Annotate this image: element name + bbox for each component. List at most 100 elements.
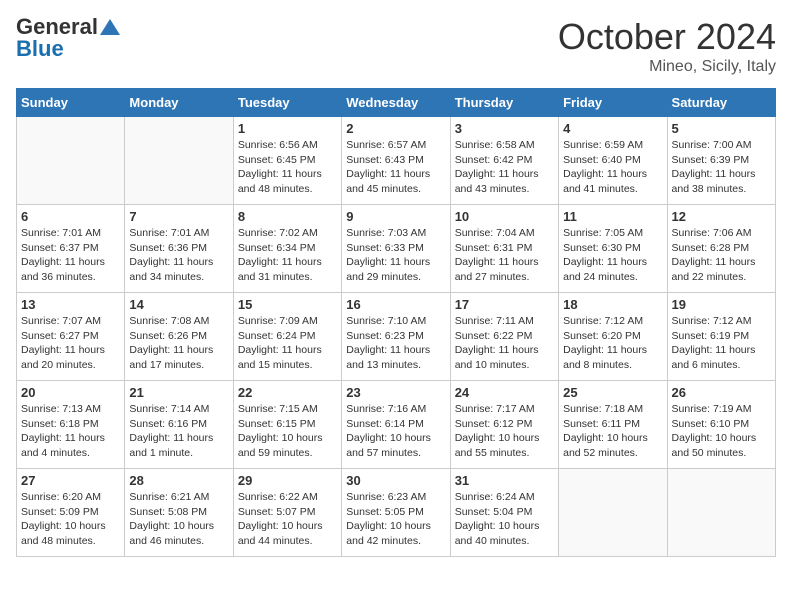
day-info: Sunrise: 6:23 AMSunset: 5:05 PMDaylight:… (346, 490, 445, 549)
day-info: Sunrise: 7:16 AMSunset: 6:14 PMDaylight:… (346, 402, 445, 461)
calendar-cell: 1Sunrise: 6:56 AMSunset: 6:45 PMDaylight… (233, 117, 341, 205)
day-number: 2 (346, 121, 445, 136)
day-number: 12 (672, 209, 771, 224)
day-info: Sunrise: 7:12 AMSunset: 6:20 PMDaylight:… (563, 314, 662, 373)
calendar-cell: 3Sunrise: 6:58 AMSunset: 6:42 PMDaylight… (450, 117, 558, 205)
day-number: 28 (129, 473, 228, 488)
col-monday: Monday (125, 89, 233, 117)
day-info: Sunrise: 7:05 AMSunset: 6:30 PMDaylight:… (563, 226, 662, 285)
title-block: October 2024 Mineo, Sicily, Italy (558, 16, 776, 76)
day-info: Sunrise: 7:11 AMSunset: 6:22 PMDaylight:… (455, 314, 554, 373)
day-number: 18 (563, 297, 662, 312)
calendar-week-5: 27 Sunrise: 6:20 AMSunset: 5:09 PMDayligh… (17, 469, 776, 557)
calendar-cell: 23 Sunrise: 7:16 AMSunset: 6:14 PMDayligh… (342, 381, 450, 469)
calendar-cell: 30 Sunrise: 6:23 AMSunset: 5:05 PMDayligh… (342, 469, 450, 557)
calendar-cell: 15 Sunrise: 7:09 AMSunset: 6:24 PMDayligh… (233, 293, 341, 381)
calendar-cell: 20 Sunrise: 7:13 AMSunset: 6:18 PMDayligh… (17, 381, 125, 469)
col-tuesday: Tuesday (233, 89, 341, 117)
day-info: Sunrise: 7:15 AMSunset: 6:15 PMDaylight:… (238, 402, 337, 461)
day-number: 3 (455, 121, 554, 136)
calendar-cell: 5 Sunrise: 7:00 AMSunset: 6:39 PMDaylight… (667, 117, 775, 205)
calendar-header-row: Sunday Monday Tuesday Wednesday Thursday… (17, 89, 776, 117)
day-number: 17 (455, 297, 554, 312)
month-title: October 2024 (558, 16, 776, 58)
day-number: 5 (672, 121, 771, 136)
calendar-cell: 9 Sunrise: 7:03 AMSunset: 6:33 PMDaylight… (342, 205, 450, 293)
day-number: 4 (563, 121, 662, 136)
col-sunday: Sunday (17, 89, 125, 117)
day-number: 15 (238, 297, 337, 312)
logo-general-text: General (16, 16, 98, 38)
day-number: 29 (238, 473, 337, 488)
calendar-cell: 25Sunrise: 7:18 AMSunset: 6:11 PMDayligh… (559, 381, 667, 469)
calendar-cell: 22 Sunrise: 7:15 AMSunset: 6:15 PMDayligh… (233, 381, 341, 469)
day-number: 16 (346, 297, 445, 312)
day-number: 26 (672, 385, 771, 400)
day-number: 27 (21, 473, 120, 488)
day-number: 14 (129, 297, 228, 312)
calendar-table: Sunday Monday Tuesday Wednesday Thursday… (16, 88, 776, 557)
calendar-cell: 27 Sunrise: 6:20 AMSunset: 5:09 PMDayligh… (17, 469, 125, 557)
day-info: Sunrise: 6:21 AMSunset: 5:08 PMDaylight:… (129, 490, 228, 549)
page-header: General Blue October 2024 Mineo, Sicily,… (16, 16, 776, 76)
calendar-cell: 14 Sunrise: 7:08 AMSunset: 6:26 PMDayligh… (125, 293, 233, 381)
day-info: Sunrise: 7:01 AMSunset: 6:37 PMDaylight:… (21, 226, 120, 285)
day-info: Sunrise: 7:00 AMSunset: 6:39 PMDaylight:… (672, 138, 771, 197)
day-number: 7 (129, 209, 228, 224)
day-number: 31 (455, 473, 554, 488)
day-info: Sunrise: 6:56 AMSunset: 6:45 PMDaylight:… (238, 138, 337, 197)
col-saturday: Saturday (667, 89, 775, 117)
day-info: Sunrise: 7:07 AMSunset: 6:27 PMDaylight:… (21, 314, 120, 373)
calendar-cell (17, 117, 125, 205)
day-number: 20 (21, 385, 120, 400)
calendar-cell: 13 Sunrise: 7:07 AMSunset: 6:27 PMDayligh… (17, 293, 125, 381)
day-number: 6 (21, 209, 120, 224)
day-info: Sunrise: 7:06 AMSunset: 6:28 PMDaylight:… (672, 226, 771, 285)
day-info: Sunrise: 7:09 AMSunset: 6:24 PMDaylight:… (238, 314, 337, 373)
day-info: Sunrise: 7:08 AMSunset: 6:26 PMDaylight:… (129, 314, 228, 373)
day-info: Sunrise: 6:57 AMSunset: 6:43 PMDaylight:… (346, 138, 445, 197)
day-info: Sunrise: 7:04 AMSunset: 6:31 PMDaylight:… (455, 226, 554, 285)
location: Mineo, Sicily, Italy (558, 58, 776, 76)
calendar-cell: 8Sunrise: 7:02 AMSunset: 6:34 PMDaylight… (233, 205, 341, 293)
day-info: Sunrise: 7:14 AMSunset: 6:16 PMDaylight:… (129, 402, 228, 461)
day-info: Sunrise: 6:59 AMSunset: 6:40 PMDaylight:… (563, 138, 662, 197)
calendar-cell: 26Sunrise: 7:19 AMSunset: 6:10 PMDayligh… (667, 381, 775, 469)
calendar-week-4: 20 Sunrise: 7:13 AMSunset: 6:18 PMDayligh… (17, 381, 776, 469)
calendar-week-3: 13 Sunrise: 7:07 AMSunset: 6:27 PMDayligh… (17, 293, 776, 381)
day-number: 13 (21, 297, 120, 312)
calendar-cell (667, 469, 775, 557)
calendar-cell: 17 Sunrise: 7:11 AMSunset: 6:22 PMDayligh… (450, 293, 558, 381)
calendar-cell (125, 117, 233, 205)
day-number: 23 (346, 385, 445, 400)
day-number: 9 (346, 209, 445, 224)
calendar-cell: 18 Sunrise: 7:12 AMSunset: 6:20 PMDayligh… (559, 293, 667, 381)
day-info: Sunrise: 7:13 AMSunset: 6:18 PMDaylight:… (21, 402, 120, 461)
day-number: 11 (563, 209, 662, 224)
day-number: 25 (563, 385, 662, 400)
calendar-week-1: 1Sunrise: 6:56 AMSunset: 6:45 PMDaylight… (17, 117, 776, 205)
calendar-week-2: 6 Sunrise: 7:01 AMSunset: 6:37 PMDaylight… (17, 205, 776, 293)
day-info: Sunrise: 7:02 AMSunset: 6:34 PMDaylight:… (238, 226, 337, 285)
calendar-cell: 11 Sunrise: 7:05 AMSunset: 6:30 PMDayligh… (559, 205, 667, 293)
logo: General Blue (16, 16, 122, 60)
day-info: Sunrise: 6:24 AMSunset: 5:04 PMDaylight:… (455, 490, 554, 549)
day-info: Sunrise: 7:12 AMSunset: 6:19 PMDaylight:… (672, 314, 771, 373)
day-info: Sunrise: 6:20 AMSunset: 5:09 PMDaylight:… (21, 490, 120, 549)
col-wednesday: Wednesday (342, 89, 450, 117)
day-number: 22 (238, 385, 337, 400)
calendar-cell: 4 Sunrise: 6:59 AMSunset: 6:40 PMDaylight… (559, 117, 667, 205)
col-friday: Friday (559, 89, 667, 117)
day-info: Sunrise: 7:03 AMSunset: 6:33 PMDaylight:… (346, 226, 445, 285)
calendar-cell: 19 Sunrise: 7:12 AMSunset: 6:19 PMDayligh… (667, 293, 775, 381)
day-info: Sunrise: 7:17 AMSunset: 6:12 PMDaylight:… (455, 402, 554, 461)
calendar-cell: 21Sunrise: 7:14 AMSunset: 6:16 PMDayligh… (125, 381, 233, 469)
day-info: Sunrise: 7:01 AMSunset: 6:36 PMDaylight:… (129, 226, 228, 285)
calendar-cell: 7 Sunrise: 7:01 AMSunset: 6:36 PMDaylight… (125, 205, 233, 293)
day-number: 30 (346, 473, 445, 488)
calendar-cell: 2 Sunrise: 6:57 AMSunset: 6:43 PMDaylight… (342, 117, 450, 205)
day-number: 24 (455, 385, 554, 400)
day-info: Sunrise: 6:22 AMSunset: 5:07 PMDaylight:… (238, 490, 337, 549)
day-number: 19 (672, 297, 771, 312)
day-number: 10 (455, 209, 554, 224)
